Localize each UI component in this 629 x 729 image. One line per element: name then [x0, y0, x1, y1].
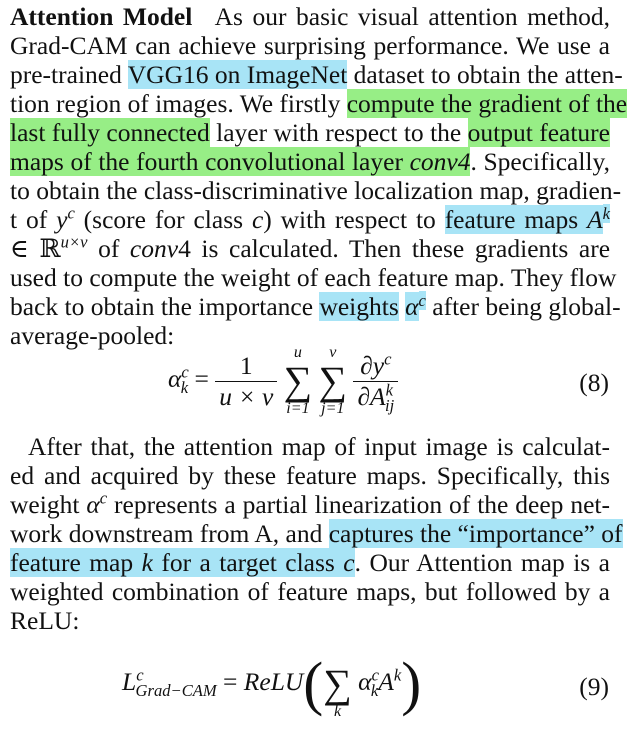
text-segment: α — [86, 490, 100, 519]
eq9-term: αckAk — [358, 665, 402, 700]
text-line: used to compute the weight of each featu… — [10, 263, 616, 292]
text-line: back to obtain the importance weights αc… — [10, 290, 621, 321]
highlighted-text: conv4 — [409, 147, 471, 176]
text-segment: weighted combination of feature maps, bu… — [10, 577, 610, 606]
highlighted-text: A — [587, 205, 603, 234]
text-segment: weight — [10, 490, 87, 519]
text-line: maps of the fourth convolutional layer c… — [10, 147, 610, 176]
text-line: feature map k for a target class c. Our … — [10, 548, 610, 577]
text-segment: work downstream from A, and — [10, 519, 329, 548]
eq8-derivative: ∂yc ∂Akij — [353, 350, 399, 413]
text-line: ReLU: — [10, 606, 610, 635]
text-line: last fully connected layer with respect … — [10, 118, 610, 147]
text-segment: used to compute the weight of each featu… — [10, 263, 617, 292]
text-segment: y — [56, 205, 68, 234]
eq8-fraction: 1 u × v — [215, 351, 278, 412]
highlighted-text: compute the gradient of the — [346, 89, 628, 118]
text-segment: As our basic visual attention method, — [214, 2, 610, 31]
highlighted-text: feature maps — [444, 205, 588, 234]
text-segment: (score for class — [74, 205, 252, 234]
text-segment: ed and acquired by these feature maps. S… — [10, 461, 610, 490]
text-line: weighted combination of feature maps, bu… — [10, 577, 610, 606]
text-line: pre-trained VGG16 on ImageNet dataset to… — [10, 60, 623, 89]
text-segment: layer with respect to the — [209, 118, 468, 147]
text-line: to obtain the class-discriminative local… — [10, 176, 621, 205]
text-segment: t of — [10, 205, 57, 234]
text-segment: to obtain the class-discriminative local… — [10, 176, 622, 205]
highlighted-text: output feature — [467, 118, 610, 147]
eq9-relu: ReLU — [243, 666, 304, 696]
text-line: work downstream from A, and captures the… — [10, 519, 623, 548]
text-line: ed and acquired by these feature maps. S… — [10, 461, 610, 490]
text-segment: After that, the attention map of input i… — [28, 432, 610, 461]
highlighted-text: captures the “importance” of — [328, 519, 623, 548]
equation-8: αck = 1 u × v u ∑ i=1 v ∑ j=1 ∂yc ∂Akij — [168, 344, 399, 417]
eq9-lhs: LcGrad−CAM — [122, 665, 217, 700]
eq9-right-paren: ) — [401, 650, 422, 717]
text-segment: of — [87, 234, 130, 263]
highlighted-text: maps of the fourth convolutional layer — [10, 147, 410, 176]
text-segment: ∈ ℝ — [10, 234, 61, 263]
text-segment: u×v — [60, 232, 88, 252]
eq9-equals: = — [223, 666, 238, 696]
eq9-left-paren: ( — [303, 650, 324, 717]
equation-8-number: (8) — [579, 368, 609, 397]
text-segment: Grad-CAM can achieve surprising performa… — [10, 31, 610, 60]
equation-9: LcGrad−CAM = ReLU( ∑ k αckAk) — [122, 648, 421, 720]
text-segment: pre-trained — [10, 60, 128, 89]
text-line: After that, the attention map of input i… — [28, 432, 610, 461]
eq9-sum: ∑ k — [323, 661, 352, 720]
highlighted-text: k — [141, 548, 153, 577]
equation-9-number: (9) — [579, 672, 609, 701]
eq8-sum-i: u ∑ i=1 — [283, 344, 313, 417]
text-segment: c — [99, 488, 108, 508]
text-segment: conv — [129, 234, 179, 263]
text-segment: back to obtain the importance — [10, 292, 320, 321]
highlighted-text: c — [418, 290, 426, 310]
highlighted-text: for a target class — [152, 548, 344, 577]
text-segment: tion region of images. We firstly — [10, 89, 347, 118]
text-segment: . Our Attention map is a — [354, 548, 610, 577]
text-segment: average-pooled: — [10, 321, 175, 350]
text-line: ∈ ℝu×v of conv4 is calculated. Then thes… — [10, 234, 610, 263]
text-segment: after being global- — [425, 292, 621, 321]
highlighted-text: weights — [319, 292, 399, 321]
text-line: t of yc (score for class c) with respect… — [10, 203, 610, 234]
text-segment: . Specifically, — [470, 147, 610, 176]
highlighted-text: k — [602, 203, 610, 223]
text-segment: represents a partial linearization of th… — [107, 490, 610, 519]
text-line: weight αc represents a partial lineariza… — [10, 490, 610, 519]
text-segment: 4 is calculated. Then these gradients ar… — [178, 234, 611, 263]
text-line: Attention Model As our basic visual atte… — [10, 2, 610, 31]
eq8-lhs: αck — [168, 362, 189, 397]
eq8-sum-j: v ∑ j=1 — [318, 344, 348, 417]
highlighted-text: feature map — [10, 548, 142, 577]
highlighted-text: c — [343, 548, 355, 577]
highlighted-text: α — [405, 292, 419, 321]
highlighted-text: VGG16 on ImageNet — [127, 60, 348, 89]
eq8-equals: = — [194, 363, 209, 393]
highlighted-text: last fully connected — [10, 118, 210, 147]
text-segment: ) with respect to — [263, 205, 445, 234]
text-segment: ReLU: — [10, 606, 80, 635]
text-segment: c — [67, 203, 75, 223]
section-heading: Attention Model — [10, 2, 215, 31]
text-line: Grad-CAM can achieve surprising performa… — [10, 31, 610, 60]
text-segment: c — [251, 205, 264, 234]
text-segment: dataset to obtain the atten- — [347, 60, 623, 89]
text-line: tion region of images. We firstly comput… — [10, 89, 628, 118]
